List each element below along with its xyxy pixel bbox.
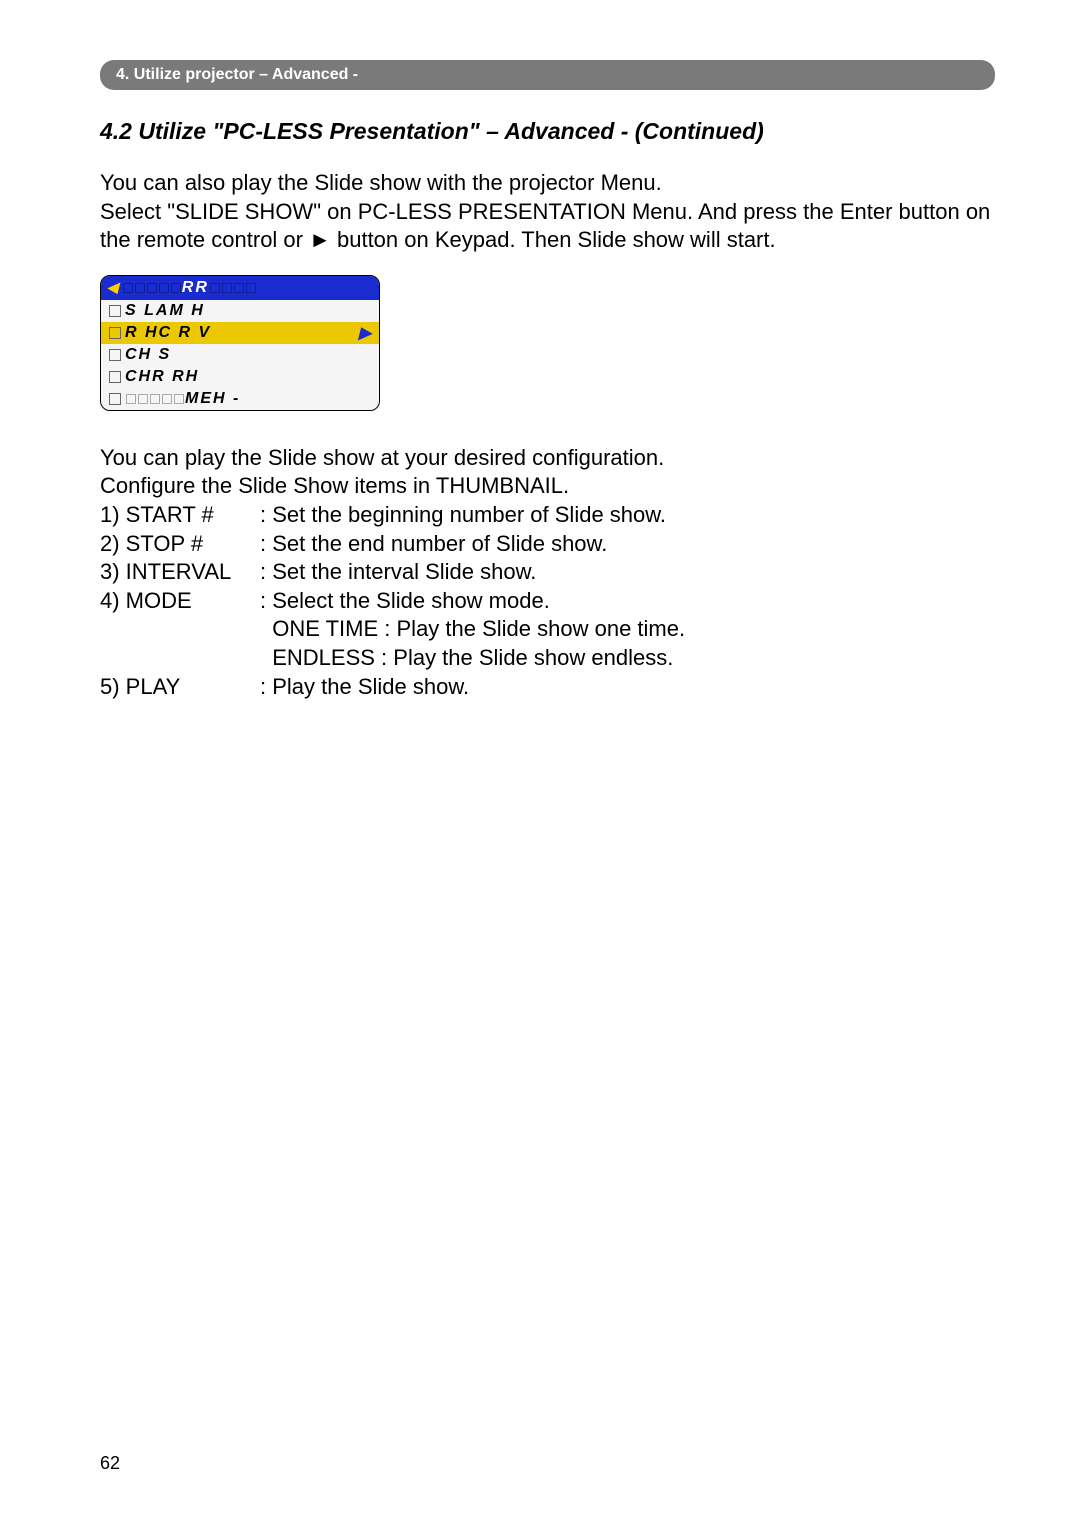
config-row: 2) STOP # : Set the end number of Slide …: [100, 530, 995, 559]
config-row: ONE TIME : Play the Slide show one time.: [100, 615, 995, 644]
config-key: [100, 615, 260, 644]
config-key: [100, 644, 260, 673]
config-val: : Play the Slide show.: [260, 673, 995, 702]
menu-row-3: CH S: [101, 344, 379, 366]
menu-row-2-text: R HC R V: [125, 324, 211, 342]
config-key: 5) PLAY: [100, 673, 260, 702]
menu-row-5: MEH -: [101, 388, 379, 410]
config-val: : Select the Slide show mode.: [260, 587, 995, 616]
arrow-right-icon: ▶: [359, 323, 373, 343]
menu-row-1: S LAM H: [101, 300, 379, 322]
arrow-left-icon: ◀: [107, 279, 120, 296]
config-val: ONE TIME : Play the Slide show one time.: [260, 615, 995, 644]
menu-row-3-text: CH S: [125, 346, 171, 364]
menu-row-4: CHR RH: [101, 366, 379, 388]
config-val: : Set the interval Slide show.: [260, 558, 995, 587]
config-intro-2: Configure the Slide Show items in THUMBN…: [100, 472, 995, 501]
config-intro-1: You can play the Slide show at your desi…: [100, 444, 995, 473]
menu-row-4-text: CHR RH: [125, 368, 199, 386]
config-key: 2) STOP #: [100, 530, 260, 559]
menu-row-1-text: S LAM H: [125, 302, 205, 320]
config-row: ENDLESS : Play the Slide show endless.: [100, 644, 995, 673]
intro-paragraph: You can also play the Slide show with th…: [100, 169, 995, 255]
menu-row-2-selected: R HC R V ▶: [101, 322, 379, 344]
config-key: 3) INTERVAL: [100, 558, 260, 587]
menu-header: ◀ RR: [101, 276, 379, 300]
config-row: 3) INTERVAL : Set the interval Slide sho…: [100, 558, 995, 587]
config-row: 4) MODE : Select the Slide show mode.: [100, 587, 995, 616]
menu-header-text: RR: [182, 279, 209, 297]
config-val: : Set the beginning number of Slide show…: [260, 501, 995, 530]
page-title: 4.2 Utilize "PC-LESS Presentation" – Adv…: [100, 118, 995, 145]
config-row: 5) PLAY : Play the Slide show.: [100, 673, 995, 702]
config-row: 1) START # : Set the beginning number of…: [100, 501, 995, 530]
config-val: : Set the end number of Slide show.: [260, 530, 995, 559]
page-number: 62: [100, 1453, 120, 1474]
section-tab: 4. Utilize projector – Advanced -: [100, 60, 995, 90]
config-val: ENDLESS : Play the Slide show endless.: [260, 644, 995, 673]
menu-row-5-text: MEH -: [185, 390, 240, 408]
config-key: 4) MODE: [100, 587, 260, 616]
config-key: 1) START #: [100, 501, 260, 530]
config-list: You can play the Slide show at your desi…: [100, 444, 995, 701]
menu-screenshot: ◀ RR S LAM H R HC R V ▶ CH S CHR RH MEH …: [100, 275, 380, 411]
